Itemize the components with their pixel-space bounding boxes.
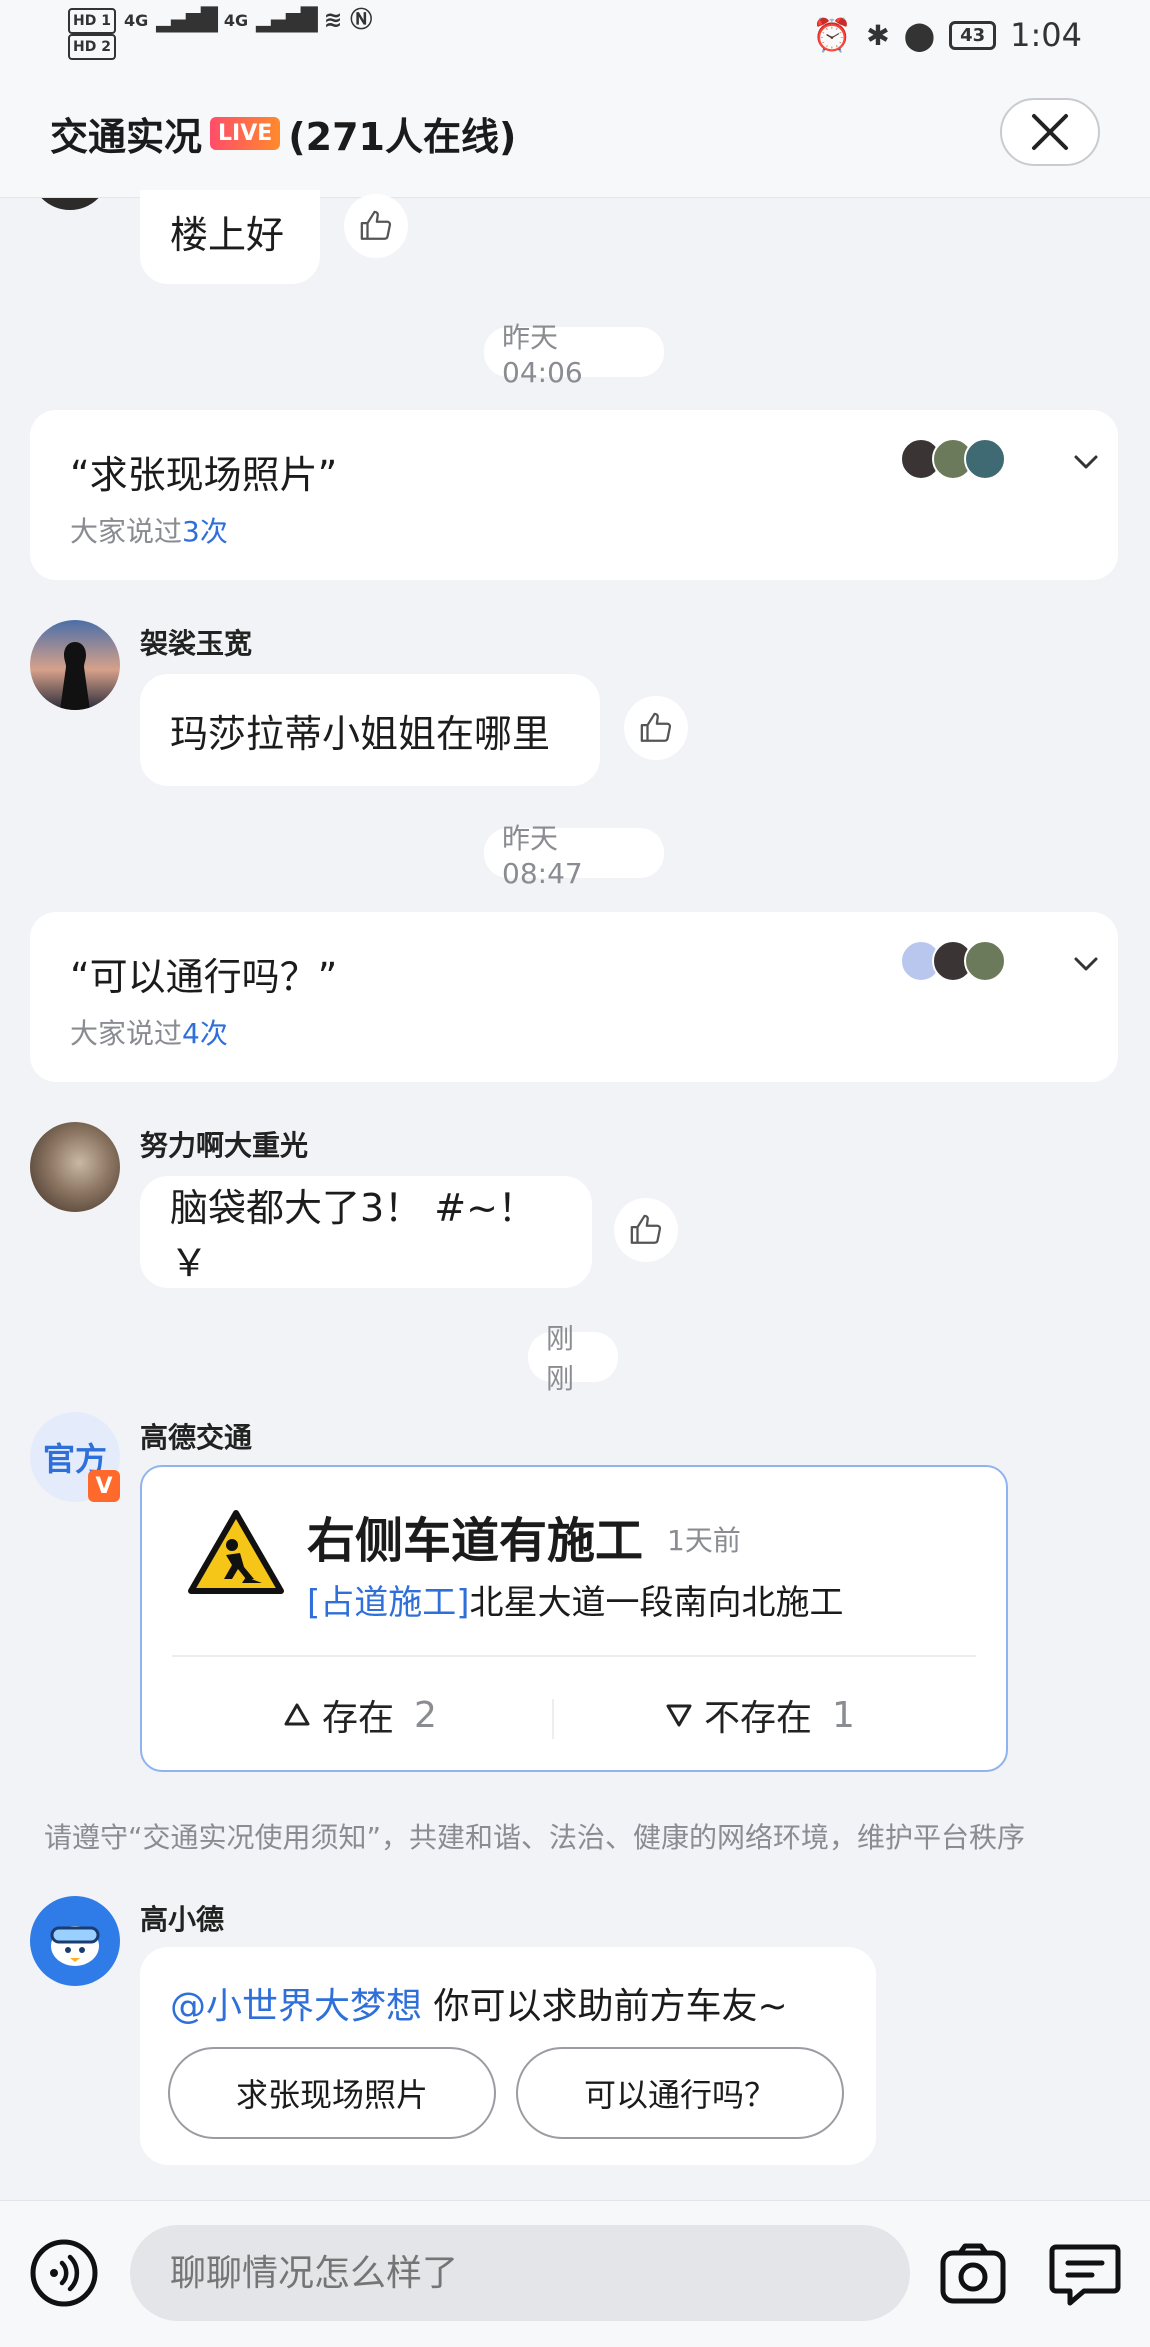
- mascot-icon: [50, 1926, 100, 1966]
- quick-reply-pass-button[interactable]: 可以通行吗？: [516, 2047, 844, 2139]
- traffic-event-card[interactable]: 右侧车道有施工 1天前 [占道施工]北星大道一段南向北施工 存在 2 不存在 1: [140, 1465, 1008, 1772]
- silhouette-icon: [60, 642, 90, 710]
- chat-bubble: 玛莎拉蒂小姐姐在哪里: [140, 674, 600, 786]
- camera-button[interactable]: [938, 2239, 1008, 2309]
- avatar[interactable]: [30, 1122, 120, 1212]
- battery-icon: 43: [949, 20, 997, 50]
- bluetooth-icon: ✱: [866, 18, 890, 52]
- close-icon: [1032, 114, 1068, 150]
- event-title: 右侧车道有施工: [307, 1513, 644, 1569]
- input-bar: [0, 2200, 1150, 2347]
- wifi-icon: ≋: [323, 8, 343, 33]
- exists-count: 2: [414, 1694, 437, 1736]
- status-bar: HD 1 4G ▂▄▆█ 4G ▂▄▆█ ≋ Ⓝ HD 2 ⏰ ✱ ⬤ 43 1…: [0, 0, 1150, 70]
- event-tag: [占道施工]: [307, 1583, 470, 1623]
- bot-message-bubble: @小世界大梦想 你可以求助前方车友~ 求张现场照片 可以通行吗？: [140, 1947, 876, 2165]
- clock: 1:04: [1010, 16, 1082, 54]
- like-button[interactable]: [344, 194, 408, 258]
- not-exists-button[interactable]: 不存在 1: [664, 1689, 855, 1741]
- community-notice: 请遵守“交通实况使用须知”，共建和谐、法治、健康的网络环境，维护平台秩序: [44, 1821, 1026, 1854]
- page-title: 交通实况 LIVE (271人在线): [50, 106, 516, 161]
- message-text: 玛莎拉蒂小姐姐在哪里: [170, 711, 551, 756]
- summary-card[interactable]: “求张现场照片” 大家说过3次: [30, 410, 1118, 580]
- verified-badge: V: [88, 1470, 120, 1502]
- bot-avatar[interactable]: [30, 1896, 120, 1986]
- card-sub-prefix: 大家说过: [70, 1017, 183, 1050]
- triangle-down-icon: [666, 1704, 692, 1727]
- status-right: ⏰ ✱ ⬤ 43 1:04: [812, 16, 1082, 54]
- construction-warning-icon: [188, 1510, 284, 1594]
- bot-text: 你可以求助前方车友~: [422, 1986, 788, 2027]
- vote-divider: [552, 1699, 554, 1739]
- event-time-ago: 1天前: [667, 1524, 741, 1557]
- timestamp: 刚刚: [528, 1322, 618, 1395]
- bot-message-text: @小世界大梦想 你可以求助前方车友~: [170, 1977, 788, 2029]
- mini-avatar: [964, 940, 1006, 982]
- divider: [172, 1655, 976, 1657]
- voice-icon: [30, 2239, 98, 2307]
- event-description: [占道施工]北星大道一段南向北施工: [307, 1575, 844, 1624]
- message-list-button[interactable]: [1048, 2239, 1122, 2309]
- chat-bubble: 楼上好: [140, 190, 320, 284]
- chat-bubble: 脑袋都大了3！ #~！ ￥: [140, 1176, 592, 1288]
- avatar[interactable]: [30, 620, 120, 710]
- chat-input[interactable]: [130, 2225, 910, 2321]
- thumbs-up-icon: [360, 210, 392, 240]
- card-count: 3次: [182, 515, 228, 548]
- live-badge: LIVE: [210, 117, 281, 150]
- chevron-down-icon[interactable]: [1070, 446, 1102, 478]
- card-sub-prefix: 大家说过: [70, 515, 183, 548]
- camera-icon: [940, 2243, 1006, 2304]
- exists-button[interactable]: 存在 2: [282, 1689, 437, 1741]
- location-icon: ⬤: [903, 18, 936, 52]
- card-subtitle: 大家说过4次: [70, 1012, 228, 1052]
- thumbs-up-icon: [630, 1214, 662, 1244]
- message-text: 脑袋都大了3！ #~！ ￥: [170, 1186, 536, 1285]
- username: 袈裟玉宽: [140, 627, 253, 660]
- like-button[interactable]: [624, 696, 688, 760]
- signal2-icon: ▂▄▆█: [256, 8, 318, 33]
- net1-label: 4G: [123, 11, 149, 30]
- not-exists-count: 1: [832, 1694, 855, 1736]
- mention-link[interactable]: @小世界大梦想: [170, 1986, 422, 2027]
- timestamp: 昨天 04:06: [484, 321, 664, 389]
- signal-icon: ▂▄▆█: [156, 8, 218, 33]
- net2-label: 4G: [223, 11, 249, 30]
- title-text: 交通实况: [50, 115, 203, 159]
- summary-card[interactable]: “可以通行吗？” 大家说过4次: [30, 912, 1118, 1082]
- online-count: (271人在线): [288, 115, 517, 159]
- card-count: 4次: [182, 1017, 228, 1050]
- username: 努力啊大重光: [140, 1129, 309, 1162]
- hd2-label: HD 2: [68, 34, 116, 60]
- username: 高小德: [140, 1903, 225, 1936]
- card-quote: “求张现场照片”: [70, 453, 338, 497]
- card-subtitle: 大家说过3次: [70, 510, 228, 550]
- chevron-down-icon[interactable]: [1070, 948, 1102, 980]
- avatar-stack: [900, 438, 1006, 480]
- triangle-up-icon: [284, 1703, 310, 1726]
- like-button[interactable]: [614, 1198, 678, 1262]
- timestamp: 昨天 08:47: [484, 822, 664, 890]
- event-desc-text: 北星大道一段南向北施工: [469, 1583, 844, 1623]
- exists-label: 存在: [322, 1698, 395, 1739]
- hd1-label: HD 1: [68, 8, 116, 34]
- not-exists-label: 不存在: [704, 1698, 813, 1739]
- message-icon: [1049, 2244, 1121, 2306]
- mini-avatar: [964, 438, 1006, 480]
- status-left: HD 1 4G ▂▄▆█ 4G ▂▄▆█ ≋ Ⓝ HD 2: [68, 8, 372, 60]
- alarm-icon: ⏰: [812, 16, 853, 54]
- chat-header: 交通实况 LIVE (271人在线): [0, 70, 1150, 198]
- quick-reply-photo-button[interactable]: 求张现场照片: [168, 2047, 496, 2139]
- nfc-icon: Ⓝ: [350, 8, 373, 33]
- message-text: 楼上好: [170, 213, 285, 257]
- avatar-stack: [900, 940, 1006, 982]
- thumbs-up-icon: [640, 712, 672, 742]
- username: 高德交通: [140, 1421, 253, 1454]
- voice-button[interactable]: [28, 2237, 100, 2309]
- card-quote: “可以通行吗？”: [70, 955, 338, 999]
- close-button[interactable]: [1000, 98, 1100, 166]
